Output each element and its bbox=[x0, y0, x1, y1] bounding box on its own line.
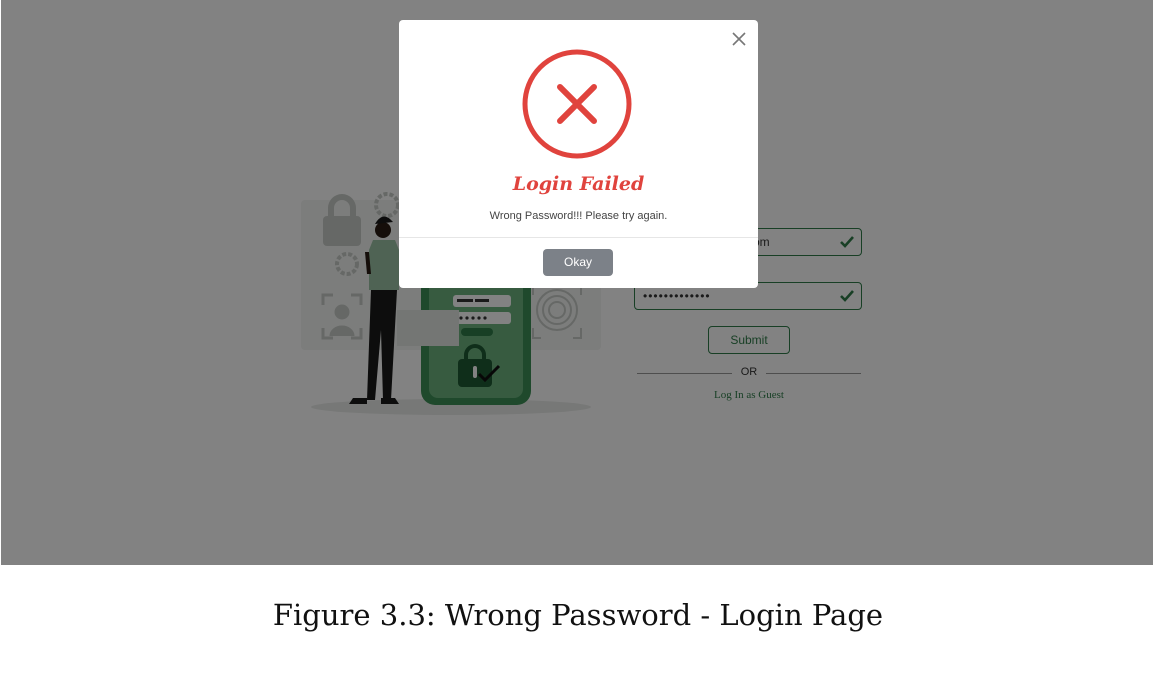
modal-title: Login Failed bbox=[512, 173, 645, 195]
okay-button[interactable]: Okay bbox=[543, 249, 613, 276]
modal-divider bbox=[399, 237, 758, 238]
screenshot: om ••••••••••••• Submit OR Log In as Gue… bbox=[1, 0, 1153, 565]
login-failed-modal: Login Failed Wrong Password!!! Please tr… bbox=[399, 20, 758, 288]
close-icon[interactable] bbox=[730, 30, 748, 48]
modal-message: Wrong Password!!! Please try again. bbox=[489, 210, 668, 222]
figure-caption: Figure 3.3: Wrong Password - Login Page bbox=[272, 598, 884, 632]
error-x-icon bbox=[522, 49, 632, 159]
